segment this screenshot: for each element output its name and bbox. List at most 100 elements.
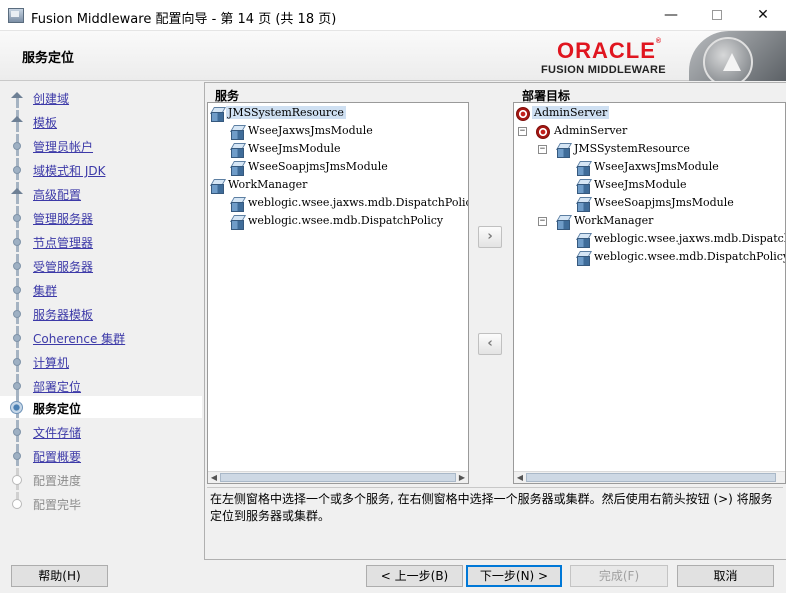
pending-step-icon xyxy=(12,499,22,509)
step-item[interactable]: 管理员帐户 xyxy=(0,134,202,156)
scroll-thumb[interactable] xyxy=(220,473,456,482)
move-right-button[interactable]: › xyxy=(478,226,502,248)
step-item[interactable]: 高级配置 xyxy=(0,182,202,204)
services-tree[interactable]: weblogic.wsee.mdb.DispatchPolicy weblogic… xyxy=(207,102,469,484)
step-label: 部署定位 xyxy=(33,380,82,394)
server-target-icon xyxy=(536,125,550,139)
title-bar: Fusion Middleware 配置向导 - 第 14 页 (共 18 页)… xyxy=(0,0,786,31)
tree-node-label: WseeJmsModule xyxy=(248,142,341,155)
step-item[interactable]: 域模式和 JDK xyxy=(0,158,202,180)
tree-node-label: weblogic.wsee.jaxws.mdb.DispatchPolicy xyxy=(248,196,469,209)
page-title: 服务定位 xyxy=(22,51,75,66)
step-item[interactable]: 模板 xyxy=(0,110,202,132)
scroll-thumb[interactable] xyxy=(526,473,776,482)
tree-node-label: weblogic.wsee.jaxws.mdb.DispatchPolicy xyxy=(594,232,785,245)
step-item[interactable]: 节点管理器 xyxy=(0,230,202,252)
tree-node[interactable]: WorkManager xyxy=(208,177,468,195)
maximize-icon xyxy=(712,10,722,20)
step-item[interactable]: 受管服务器 xyxy=(0,254,202,276)
step-dot-icon xyxy=(13,262,21,270)
step-item[interactable]: 创建域 xyxy=(0,86,202,108)
tree-node[interactable]: WseeJaxwsJmsModule xyxy=(208,123,468,141)
module-cube-icon xyxy=(230,143,244,158)
step-item: 服务定位 xyxy=(0,396,202,418)
pending-step-icon xyxy=(12,475,22,485)
step-dot-icon xyxy=(13,382,21,390)
tree-node[interactable]: weblogic.wsee.mdb.DispatchPolicy xyxy=(208,213,468,231)
tree-node[interactable]: weblogic.wsee.jaxws.mdb.DispatchPolicy xyxy=(514,231,785,249)
step-dot-icon xyxy=(13,214,21,222)
step-dot-icon xyxy=(13,334,21,342)
step-item[interactable]: 配置概要 xyxy=(0,444,202,466)
tree-node[interactable]: JMSSystemResource xyxy=(208,105,468,123)
move-left-button[interactable]: ‹ xyxy=(478,333,502,355)
finish-button: 完成(F) xyxy=(570,565,668,587)
targets-tree[interactable]: weblogic.wsee.mdb.DispatchPolicy weblogic… xyxy=(513,102,786,484)
minimize-button[interactable]: — xyxy=(648,0,694,31)
next-button[interactable]: 下一步(N) > xyxy=(466,565,562,587)
cancel-button[interactable]: 取消 xyxy=(677,565,774,587)
step-label: 文件存储 xyxy=(33,426,82,440)
app-icon xyxy=(8,8,24,23)
module-cube-icon xyxy=(576,161,590,176)
step-dot-icon xyxy=(13,142,21,150)
collapse-icon[interactable]: − xyxy=(538,217,547,226)
step-label: 高级配置 xyxy=(33,188,82,202)
collapse-icon[interactable]: − xyxy=(538,145,547,154)
step-item[interactable]: 管理服务器 xyxy=(0,206,202,228)
tree-node-label: WseeJmsModule xyxy=(594,178,687,191)
step-label: 配置进度 xyxy=(33,474,82,488)
tree-node-label: WorkManager xyxy=(574,214,654,227)
tree-node[interactable]: − JMSSystemResource xyxy=(514,141,785,159)
step-item[interactable]: 集群 xyxy=(0,278,202,300)
step-label: 管理员帐户 xyxy=(33,140,94,154)
step-item[interactable]: 部署定位 xyxy=(0,374,202,396)
tree-node[interactable]: WseeJmsModule xyxy=(208,141,468,159)
tree-node[interactable]: WseeJaxwsJmsModule xyxy=(514,159,785,177)
expand-arrow-icon xyxy=(11,92,23,98)
tree-node[interactable]: − AdminServer xyxy=(514,123,785,141)
tree-node[interactable]: AdminServer xyxy=(514,105,785,123)
tree-node[interactable]: WseeSoapjmsJmsModule xyxy=(514,195,785,213)
tree-node[interactable]: − WorkManager xyxy=(514,213,785,231)
module-cube-icon xyxy=(576,251,590,266)
step-item[interactable]: 文件存储 xyxy=(0,420,202,442)
tree-node[interactable]: WseeSoapjmsJmsModule xyxy=(208,159,468,177)
module-cube-icon xyxy=(210,107,224,122)
tree-node-label: WseeSoapjmsJmsModule xyxy=(248,160,388,173)
back-button[interactable]: < 上一步(B) xyxy=(366,565,463,587)
close-button[interactable]: ✕ xyxy=(740,0,786,31)
module-cube-icon xyxy=(556,215,570,230)
oracle-logo: ORACLE® xyxy=(557,38,663,63)
module-cube-icon xyxy=(576,233,590,248)
help-button[interactable]: 帮助(H) xyxy=(11,565,108,587)
module-cube-icon xyxy=(230,197,244,212)
tree-node-label: WorkManager xyxy=(228,178,308,191)
services-hscroll[interactable]: ◀ ▶ xyxy=(208,471,468,483)
step-item[interactable]: 计算机 xyxy=(0,350,202,372)
step-dot-icon xyxy=(13,358,21,366)
module-cube-icon xyxy=(230,215,244,230)
step-label: 受管服务器 xyxy=(33,260,94,274)
collapse-icon[interactable]: − xyxy=(518,127,527,136)
step-item[interactable]: 服务器模板 xyxy=(0,302,202,324)
tree-node[interactable]: WseeJmsModule xyxy=(514,177,785,195)
module-cube-icon xyxy=(230,161,244,176)
tree-node-label: AdminServer xyxy=(532,106,610,119)
step-label: 域模式和 JDK xyxy=(33,164,106,178)
step-item[interactable]: Coherence 集群 xyxy=(0,326,202,348)
expand-arrow-icon xyxy=(11,116,23,122)
server-target-icon xyxy=(516,107,530,121)
step-label: 模板 xyxy=(33,116,58,130)
fusion-badge-icon xyxy=(689,31,786,81)
tree-node[interactable]: weblogic.wsee.jaxws.mdb.DispatchPolicy xyxy=(208,195,468,213)
tree-node[interactable]: weblogic.wsee.mdb.DispatchPolicy xyxy=(514,249,785,267)
header: 服务定位 ORACLE® FUSION MIDDLEWARE xyxy=(0,31,786,81)
step-label: 节点管理器 xyxy=(33,236,94,250)
targets-hscroll[interactable]: ◀ xyxy=(514,471,785,483)
step-label: Coherence 集群 xyxy=(33,332,126,346)
tree-node-label: JMSSystemResource xyxy=(574,142,690,155)
step-label: 集群 xyxy=(33,284,58,298)
maximize-button[interactable] xyxy=(694,0,740,31)
step-label: 配置完毕 xyxy=(33,498,82,512)
